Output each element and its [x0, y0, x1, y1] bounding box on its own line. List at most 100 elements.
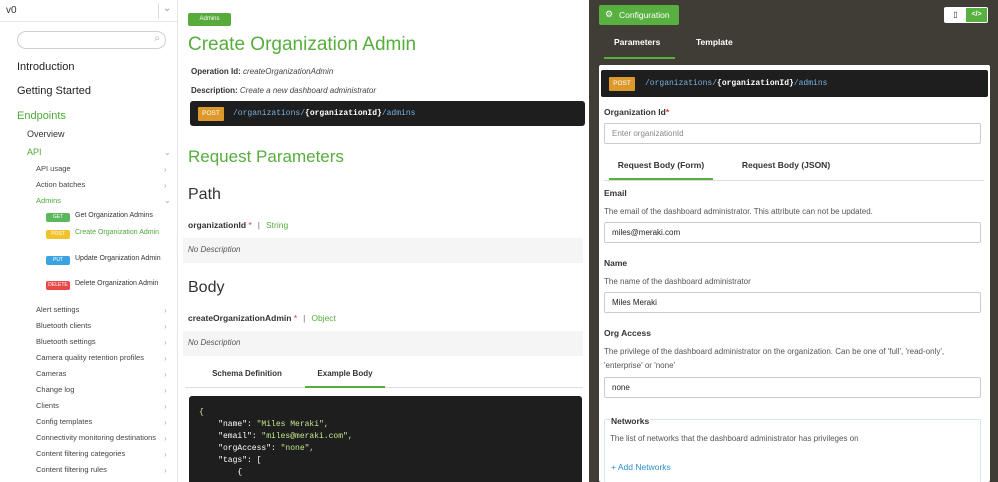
path-param: organizationId * | String [188, 220, 288, 230]
nav-bluetooth-settings[interactable]: Bluetooth settings [36, 337, 96, 346]
body-param-description: No Description [183, 331, 583, 356]
chevron-down-icon[interactable]: ⌄ [164, 196, 171, 205]
org-access-label: Org Access [604, 328, 651, 338]
search-icon: ⌕ [154, 33, 160, 44]
nav-content-filtering-categories[interactable]: Content filtering categories [36, 449, 125, 458]
operation-id: Operation Id: createOrganizationAdmin [191, 67, 333, 76]
view-toggle[interactable]: ▯ </> [944, 7, 988, 23]
chevron-right-icon[interactable]: › [164, 466, 167, 475]
nav-api[interactable]: API [27, 147, 42, 157]
path-param: {organizationId} [305, 109, 382, 118]
request-body-tabs: Request Body (Form) Request Body (JSON) [604, 153, 984, 181]
body-param: createOrganizationAdmin * | Object [188, 313, 336, 323]
nav-content-filtering-rules[interactable]: Content filtering rules [36, 465, 107, 474]
nav-clients[interactable]: Clients [36, 401, 59, 410]
path-heading: Path [188, 186, 221, 203]
path-prefix: /organizations/ [233, 109, 306, 118]
required-marker: * [665, 107, 670, 117]
nav-bluetooth-clients[interactable]: Bluetooth clients [36, 321, 91, 330]
code-line: "orgAccess": "none", [218, 444, 315, 453]
chevron-right-icon[interactable]: › [164, 181, 167, 190]
path-suffix: /admins [381, 109, 416, 118]
endpoint-label: Get Organization Admins [75, 212, 153, 219]
param-type: Object [311, 313, 336, 323]
org-id-input[interactable]: Enter organizationId [604, 123, 981, 144]
config-panel: ⚙ Configuration ▯ </> Parameters Templat… [589, 0, 998, 482]
name-field[interactable]: Miles Meraki [604, 292, 981, 313]
tab-example-body[interactable]: Example Body [305, 361, 385, 388]
version-label: v0 [6, 5, 17, 16]
chevron-right-icon[interactable]: › [164, 322, 167, 331]
param-name: createOrganizationAdmin [188, 313, 292, 323]
chevron-right-icon[interactable]: › [164, 338, 167, 347]
code-view-icon[interactable]: </> [966, 8, 987, 22]
chevron-right-icon[interactable]: › [164, 450, 167, 459]
tab-request-body-form[interactable]: Request Body (Form) [609, 153, 713, 180]
endpoint-path-bar: POST /organizations/{organizationId}/adm… [190, 101, 585, 126]
param-name: organizationId [188, 220, 247, 230]
org-id-label: Organization Id* [604, 107, 670, 117]
nav-config-templates[interactable]: Config templates [36, 417, 92, 426]
nav-alert-settings[interactable]: Alert settings [36, 305, 79, 314]
separator: | [303, 313, 306, 323]
nav-admins[interactable]: Admins [36, 196, 61, 205]
example-body-code: { "name": "Miles Meraki", "email": "mile… [189, 396, 582, 482]
code-line: "email": "miles@meraki.com", [218, 432, 353, 441]
body-heading: Body [188, 279, 225, 296]
tab-schema-definition[interactable]: Schema Definition [197, 361, 297, 388]
chevron-right-icon[interactable]: › [164, 370, 167, 379]
parameters-form: POST /organizations/{organizationId}/adm… [599, 65, 990, 482]
chevron-right-icon[interactable]: › [164, 165, 167, 174]
search-input[interactable]: ⌕ [17, 31, 166, 49]
tab-request-body-json[interactable]: Request Body (JSON) [731, 153, 841, 180]
org-access-description: The privilege of the dashboard administr… [604, 347, 945, 370]
org-access-field[interactable]: none [604, 377, 981, 398]
description-label: Description: [191, 86, 238, 95]
nav-introduction[interactable]: Introduction [17, 61, 74, 73]
main-content: Admins Create Organization Admin Operati… [180, 0, 588, 482]
configuration-button[interactable]: ⚙ Configuration [599, 5, 679, 25]
nav-connectivity-monitoring[interactable]: Connectivity monitoring destinations [36, 433, 156, 442]
nav-action-batches[interactable]: Action batches [36, 180, 85, 189]
method-badge: DELETE [46, 281, 70, 290]
add-networks-button[interactable]: + Add Networks [611, 462, 671, 472]
method-badge: POST [46, 230, 70, 239]
chevron-right-icon[interactable]: › [164, 306, 167, 315]
page-title: Create Organization Admin [188, 34, 417, 55]
separator: | [257, 220, 260, 230]
chevron-down-icon[interactable]: ⌄ [164, 148, 171, 157]
nav-getting-started[interactable]: Getting Started [17, 85, 91, 97]
email-label: Email [604, 188, 627, 198]
chevron-right-icon[interactable]: › [164, 386, 167, 395]
split-view-icon[interactable]: ▯ [945, 8, 966, 22]
chevron-down-icon[interactable]: ⌄ [163, 3, 171, 14]
sidebar: v0 ⌄ ⌕ Introduction Getting Started Endp… [0, 0, 178, 482]
path-param-description: No Description [183, 238, 583, 263]
operation-id-value: createOrganizationAdmin [243, 67, 334, 76]
nav-camera-quality[interactable]: Camera quality retention profiles [36, 353, 144, 362]
gear-icon: ⚙ [605, 9, 614, 19]
endpoint-path-bar: POST /organizations/{organizationId}/adm… [601, 70, 988, 97]
nav-cameras[interactable]: Cameras [36, 369, 66, 378]
endpoint-label: Delete Organization Admin [75, 280, 159, 287]
chevron-right-icon[interactable]: › [164, 402, 167, 411]
code-line: "name": "Miles Meraki", [218, 420, 329, 429]
operation-id-label: Operation Id: [191, 67, 241, 76]
chevron-right-icon[interactable]: › [164, 418, 167, 427]
tab-template[interactable]: Template [696, 37, 733, 47]
version-select[interactable]: v0 ⌄ [0, 0, 177, 22]
active-tab-indicator [604, 57, 675, 59]
nav-change-log[interactable]: Change log [36, 385, 74, 394]
method-badge: GET [46, 213, 70, 222]
code-line: { [237, 468, 243, 477]
admins-tag[interactable]: Admins [188, 13, 231, 26]
nav-api-usage[interactable]: API usage [36, 164, 71, 173]
chevron-right-icon[interactable]: › [164, 434, 167, 443]
email-field[interactable]: miles@meraki.com [604, 222, 981, 243]
configuration-label: Configuration [619, 10, 670, 20]
nav-endpoints[interactable]: Endpoints [17, 110, 66, 122]
chevron-right-icon[interactable]: › [164, 354, 167, 363]
tab-parameters[interactable]: Parameters [614, 37, 660, 47]
name-description: The name of the dashboard administrator [604, 277, 751, 286]
nav-overview[interactable]: Overview [27, 129, 65, 139]
